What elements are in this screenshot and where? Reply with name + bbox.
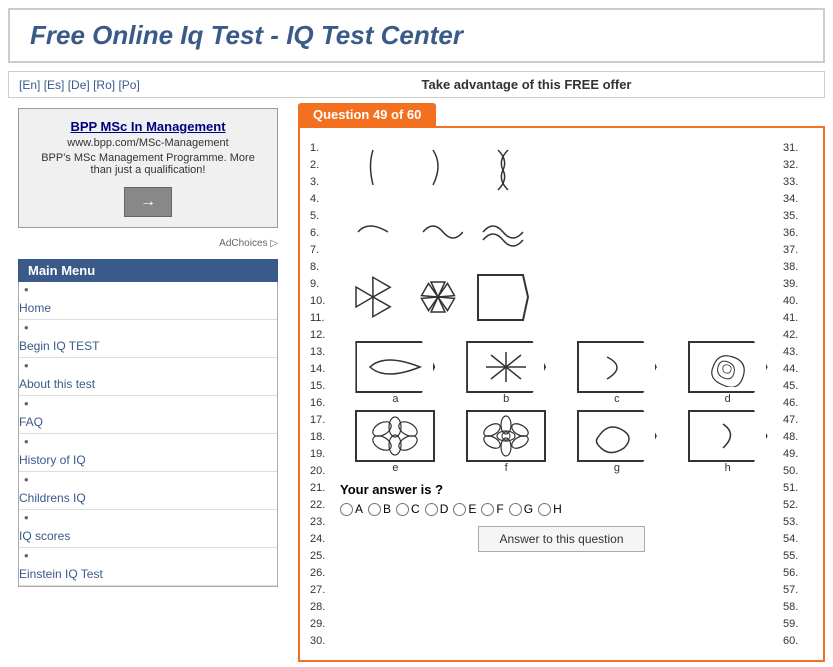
- radio-b[interactable]: B: [368, 502, 391, 516]
- site-header: Free Online Iq Test - IQ Test Center: [8, 8, 825, 63]
- choice-h: h: [688, 410, 768, 474]
- list-item: FAQ: [19, 396, 277, 434]
- radio-e[interactable]: E: [453, 502, 476, 516]
- choice-g-box: [577, 410, 657, 462]
- choice-f: f: [466, 410, 546, 474]
- choice-b: b: [466, 341, 546, 405]
- question-grid: [340, 138, 535, 333]
- menu-header: Main Menu: [18, 259, 278, 282]
- grid-cell-r2c1: [340, 203, 405, 268]
- radio-input-d[interactable]: [425, 503, 438, 516]
- menu-item-history[interactable]: History of IQ: [19, 449, 277, 471]
- choice-c: c: [577, 341, 657, 405]
- list-item: Begin IQ TEST: [19, 320, 277, 358]
- radio-input-a[interactable]: [340, 503, 353, 516]
- question-inner: 1. 2. 3. 4. 5. 6. 7. 8. 9. 10. 11. 12. 1…: [310, 138, 813, 650]
- navbar: [En] [Es] [De] [Ro] [Po] Take advantage …: [8, 71, 825, 98]
- arrow-icon: →: [140, 193, 156, 211]
- advertisement: BPP MSc In Management www.bpp.com/MSc-Ma…: [18, 108, 278, 228]
- grid-cell-r1c2: [405, 138, 470, 203]
- menu-item-einstein[interactable]: Einstein IQ Test: [19, 563, 277, 585]
- choice-f-box: [466, 410, 546, 462]
- menu-item-faq[interactable]: FAQ: [19, 411, 277, 433]
- lang-de[interactable]: [De]: [68, 78, 90, 92]
- ad-title: BPP MSc In Management: [29, 119, 267, 134]
- menu-item-childrens[interactable]: Childrens IQ: [19, 487, 277, 509]
- radio-h[interactable]: H: [538, 502, 562, 516]
- ad-url: www.bpp.com/MSc-Management: [29, 137, 267, 149]
- site-title: Free Online Iq Test - IQ Test Center: [30, 20, 803, 51]
- radio-input-e[interactable]: [453, 503, 466, 516]
- radio-input-g[interactable]: [509, 503, 522, 516]
- menu-item-iqscores[interactable]: IQ scores: [19, 525, 277, 547]
- radio-d[interactable]: D: [425, 502, 449, 516]
- center-area: a b: [340, 138, 783, 650]
- radio-input-f[interactable]: [481, 503, 494, 516]
- content-area: Question 49 of 60 1. 2. 3. 4. 5. 6. 7. 8…: [288, 98, 825, 667]
- choice-e: e: [355, 410, 435, 474]
- question-box: 1. 2. 3. 4. 5. 6. 7. 8. 9. 10. 11. 12. 1…: [298, 126, 825, 662]
- question-header: Question 49 of 60: [298, 103, 436, 126]
- radio-row: A B C D E F G H: [340, 502, 783, 516]
- right-numbers: 31. 32. 33. 34. 35. 36. 37. 38. 39. 40. …: [783, 138, 813, 650]
- answer-button[interactable]: Answer to this question: [478, 526, 644, 552]
- choice-g: g: [577, 410, 657, 474]
- list-item: Childrens IQ: [19, 472, 277, 510]
- answer-button-row: Answer to this question: [340, 526, 783, 552]
- grid-cell-r1c3: [470, 138, 535, 203]
- list-item: Einstein IQ Test: [19, 548, 277, 586]
- radio-c[interactable]: C: [396, 502, 420, 516]
- grid-cell-r3c2: [405, 268, 470, 333]
- radio-g[interactable]: G: [509, 502, 533, 516]
- choices-row-1: a b: [340, 341, 783, 405]
- left-numbers: 1. 2. 3. 4. 5. 6. 7. 8. 9. 10. 11. 12. 1…: [310, 138, 340, 650]
- choices-row-2: e: [340, 410, 783, 474]
- lang-en[interactable]: [En]: [19, 78, 40, 92]
- choice-a-box: [355, 341, 435, 393]
- choice-b-box: [466, 341, 546, 393]
- offer-text: Take advantage of this FREE offer: [239, 77, 814, 92]
- ad-description: BPP's MSc Management Programme. More tha…: [29, 152, 267, 176]
- radio-input-h[interactable]: [538, 503, 551, 516]
- lang-es[interactable]: [Es]: [44, 78, 65, 92]
- radio-a[interactable]: A: [340, 502, 363, 516]
- choice-d-box: [688, 341, 768, 393]
- list-item: About this test: [19, 358, 277, 396]
- choice-h-box: [688, 410, 768, 462]
- choice-a: a: [355, 341, 435, 405]
- list-item: History of IQ: [19, 434, 277, 472]
- answer-section: Your answer is ? A B C D E F G H: [340, 482, 783, 552]
- answer-label: Your answer is ?: [340, 482, 783, 497]
- grid-cell-r3c3: [470, 268, 535, 333]
- grid-cell-r3c1: [340, 268, 405, 333]
- ad-choices[interactable]: AdChoices ▷: [18, 238, 278, 249]
- main-layout: BPP MSc In Management www.bpp.com/MSc-Ma…: [8, 98, 825, 667]
- grid-cell-r2c2: [405, 203, 470, 268]
- choice-d: d: [688, 341, 768, 405]
- choice-e-box: [355, 410, 435, 462]
- ad-button[interactable]: →: [124, 187, 172, 217]
- sidebar: BPP MSc In Management www.bpp.com/MSc-Ma…: [8, 98, 288, 667]
- lang-ro[interactable]: [Ro]: [93, 78, 115, 92]
- main-menu: Main Menu Home Begin IQ TEST About this …: [18, 259, 278, 587]
- lang-po[interactable]: [Po]: [118, 78, 139, 92]
- choice-c-box: [577, 341, 657, 393]
- list-item: IQ scores: [19, 510, 277, 548]
- list-item: Home: [19, 282, 277, 320]
- menu-list: Home Begin IQ TEST About this test FAQ H…: [18, 282, 278, 587]
- grid-cell-r2c3: [470, 203, 535, 268]
- menu-item-begin[interactable]: Begin IQ TEST: [19, 335, 277, 357]
- radio-f[interactable]: F: [481, 502, 503, 516]
- grid-cell-r1c1: [340, 138, 405, 203]
- language-links[interactable]: [En] [Es] [De] [Ro] [Po]: [19, 78, 239, 92]
- radio-input-c[interactable]: [396, 503, 409, 516]
- radio-input-b[interactable]: [368, 503, 381, 516]
- menu-item-about[interactable]: About this test: [19, 373, 277, 395]
- menu-item-home[interactable]: Home: [19, 297, 277, 319]
